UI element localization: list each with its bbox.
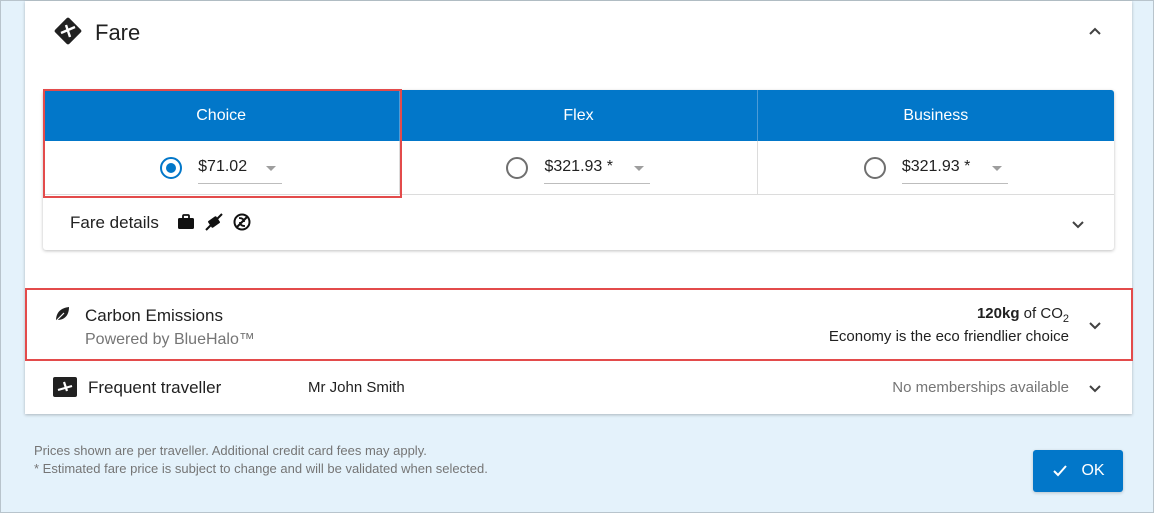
carbon-subtitle: Powered by BlueHalo™ — [85, 331, 255, 348]
chevron-down-icon[interactable] — [1086, 316, 1104, 334]
carbon-emissions-row[interactable]: Carbon Emissions Powered by BlueHalo™ 12… — [25, 289, 1132, 361]
tab-choice[interactable]: Choice — [43, 90, 399, 141]
business-price: $321.93 * — [901, 158, 971, 175]
flex-radio[interactable] — [506, 156, 529, 179]
footnote-line-1: Prices shown are per traveller. Addition… — [34, 443, 427, 458]
fare-tabs: Choice Flex Business — [43, 90, 1114, 141]
plane-card-icon — [53, 377, 77, 397]
carbon-title: Carbon Emissions — [85, 306, 223, 325]
no-change-icon — [233, 213, 251, 231]
choice-price: $71.02 — [198, 158, 248, 175]
carbon-amount-suffix: of CO — [1019, 305, 1063, 322]
fare-details-icons — [176, 212, 252, 232]
chevron-up-icon[interactable] — [1086, 22, 1104, 40]
fare-option-business: $321.93 * — [756, 141, 1114, 194]
caret-down-icon — [991, 165, 1002, 171]
business-price-select[interactable]: $321.93 * — [901, 152, 1008, 184]
membership-status: No memberships available — [892, 379, 1069, 396]
briefcase-icon — [178, 214, 194, 229]
carbon-amount: 120kg of CO2 — [977, 305, 1069, 325]
flex-price-select[interactable]: $321.93 * — [544, 152, 651, 184]
ok-button-label: OK — [1081, 462, 1105, 479]
caret-down-icon — [266, 165, 277, 171]
footnotes: Prices shown are per traveller. Addition… — [34, 442, 488, 478]
carbon-amount-value: 120kg — [976, 305, 1020, 322]
fare-option-flex: $321.93 * — [399, 141, 756, 194]
chevron-down-icon[interactable] — [1086, 379, 1104, 397]
carbon-amount-sub: 2 — [1062, 313, 1069, 325]
tab-business[interactable]: Business — [756, 90, 1114, 141]
flex-price: $321.93 * — [544, 158, 613, 175]
choice-price-select[interactable]: $71.02 — [198, 152, 283, 184]
fare-header[interactable]: Fare — [25, 1, 1132, 71]
fare-table: Choice Flex Business $71.02 $321.93 * $3… — [43, 90, 1114, 250]
choice-radio[interactable] — [160, 156, 183, 179]
frequent-traveller-title: Frequent traveller — [88, 378, 222, 397]
tab-flex[interactable]: Flex — [399, 90, 756, 141]
fare-details-label: Fare details — [70, 213, 159, 232]
fare-options: $71.02 $321.93 * $321.93 * — [43, 141, 1114, 195]
chevron-down-icon[interactable] — [1069, 215, 1087, 233]
no-checked-bag-icon — [205, 213, 223, 231]
footnote-line-2: * Estimated fare price is subject to cha… — [34, 461, 488, 476]
fare-details-row[interactable]: Fare details — [43, 196, 1114, 250]
frequent-traveller-row[interactable]: Frequent traveller Mr John Smith No memb… — [25, 363, 1132, 413]
ticket-plane-icon — [54, 17, 82, 45]
check-icon — [1053, 465, 1068, 477]
fare-card: Fare Choice Flex Business $71.02 $321.93… — [25, 1, 1132, 414]
leaf-icon — [55, 307, 69, 322]
fare-option-choice: $71.02 — [43, 141, 399, 194]
ok-button[interactable]: OK — [1033, 450, 1123, 492]
carbon-note: Economy is the eco friendlier choice — [828, 328, 1069, 345]
fare-title: Fare — [95, 20, 141, 45]
traveller-name: Mr John Smith — [308, 379, 405, 396]
caret-down-icon — [634, 165, 645, 171]
business-radio[interactable] — [863, 156, 886, 179]
